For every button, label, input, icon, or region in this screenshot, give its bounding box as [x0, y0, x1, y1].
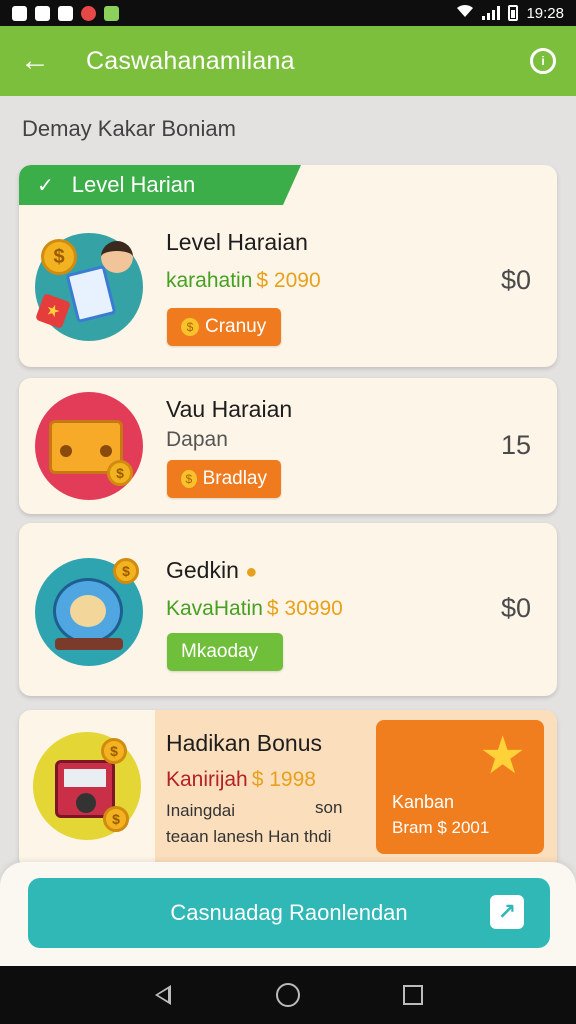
- reward-card-gedkin[interactable]: $ Gedkin ● KavaHatin $ 30990 Mkaoday $0: [19, 523, 557, 696]
- nav-back-icon: [154, 985, 171, 1005]
- bonus-description-right: son: [315, 798, 343, 817]
- card-subtitle: karahatin $ 2090: [166, 269, 321, 293]
- card-value: 15: [500, 430, 531, 460]
- nav-back-button[interactable]: [149, 981, 177, 1009]
- card-subtitle: Kanirijah $ 1998: [166, 768, 316, 792]
- card-subtitle: KavaHatin $ 30990: [166, 597, 343, 621]
- coin-icon: ●: [245, 561, 258, 583]
- app-notification-icon: [81, 5, 96, 21]
- bonus-card[interactable]: $ $ Hadikan Bonus Kanirijah $ 1998 Inaing…: [19, 710, 557, 870]
- chest-illustration: $: [35, 392, 143, 500]
- redeem-button-label: Mkaoday: [181, 641, 259, 662]
- daily-button[interactable]: $ Bradlay: [167, 460, 281, 498]
- character-illustration: $ ★: [35, 233, 143, 341]
- star-badge-icon: ★: [35, 293, 71, 329]
- mascot-icon: [53, 578, 123, 644]
- level-ribbon: ✓ Level Harian: [19, 165, 301, 205]
- coin-icon: $: [41, 239, 77, 275]
- section-title: Demay Kakar Boniam: [22, 116, 236, 141]
- arrow-icon: ↗: [490, 895, 524, 929]
- status-time: 19:28: [526, 4, 564, 22]
- card-title: Level Haraian: [166, 229, 308, 255]
- card-title: Gedkin ●: [166, 557, 258, 583]
- card-value: $0: [500, 593, 531, 623]
- card-value: $0: [500, 265, 531, 295]
- subtitle-amount: $ 30990: [266, 597, 343, 620]
- cta-label: Casnuadag Raonlendan: [170, 900, 408, 925]
- signal-icon: [482, 6, 501, 20]
- coin-icon: $: [107, 460, 133, 486]
- wifi-icon: [456, 4, 474, 22]
- battery-icon: [508, 5, 519, 21]
- game-notification-icon: [104, 5, 119, 21]
- claim-button[interactable]: $ Cranuy: [167, 308, 281, 346]
- coin-icon: $: [181, 470, 197, 488]
- promo-line-2: Bram $ 2001: [392, 818, 490, 837]
- subtitle-amount: $ 1998: [251, 768, 316, 791]
- help-icon[interactable]: i: [530, 48, 556, 74]
- check-icon: ✓: [37, 174, 54, 197]
- gallery-icon: [12, 5, 27, 21]
- daily-button-label: Bradlay: [202, 468, 267, 489]
- coin-icon: $: [113, 558, 139, 584]
- bottom-sheet: Casnuadag Raonlendan ↗: [0, 862, 576, 966]
- coin-icon: $: [181, 318, 199, 336]
- subtitle-amount: $ 2090: [256, 269, 321, 292]
- message-icon: [35, 5, 50, 21]
- mascot-illustration: $: [35, 558, 143, 666]
- status-bar: 19:28: [0, 0, 576, 26]
- nav-home-icon: [275, 983, 300, 1007]
- coin-icon: $: [103, 806, 129, 832]
- system-nav-bar: [0, 966, 576, 1024]
- star-icon: ★: [479, 727, 526, 785]
- subtitle-text: KavaHatin: [166, 597, 263, 620]
- subtitle-text: Kanirijah: [166, 768, 248, 791]
- back-arrow-icon[interactable]: ←: [20, 46, 56, 76]
- card-title: Vau Haraian: [166, 396, 293, 422]
- nav-home-button[interactable]: [274, 981, 302, 1009]
- subtitle-text: karahatin: [166, 269, 253, 292]
- card-subtitle: Dapan: [166, 428, 228, 451]
- app-bar: ← Caswahanamilana i: [0, 26, 576, 96]
- mail-icon: [58, 5, 73, 21]
- coin-icon: $: [101, 738, 127, 764]
- card-title: Hadikan Bonus: [166, 730, 322, 756]
- notification-icons: [12, 5, 119, 21]
- reward-card-level[interactable]: ✓ Level Harian $ ★ Level Haraian karahat…: [19, 165, 557, 367]
- wallet-illustration: $ $: [33, 732, 141, 840]
- bonus-promo-button[interactable]: ★ Kanban Bram $ 2001: [376, 720, 544, 854]
- promo-line-1: Kanban: [392, 792, 455, 812]
- ribbon-label: Level Harian: [71, 172, 196, 197]
- person-icon: [101, 241, 133, 273]
- app-title: Caswahanamilana: [86, 46, 295, 75]
- claim-button-label: Cranuy: [205, 316, 267, 337]
- nav-recent-button[interactable]: [399, 981, 427, 1009]
- document-icon: [65, 264, 117, 324]
- nav-recent-icon: [403, 985, 424, 1005]
- primary-cta-button[interactable]: Casnuadag Raonlendan ↗: [28, 878, 550, 948]
- redeem-button[interactable]: Mkaoday: [167, 633, 283, 671]
- reward-card-daily[interactable]: $ Vau Haraian Dapan $ Bradlay 15: [19, 378, 557, 514]
